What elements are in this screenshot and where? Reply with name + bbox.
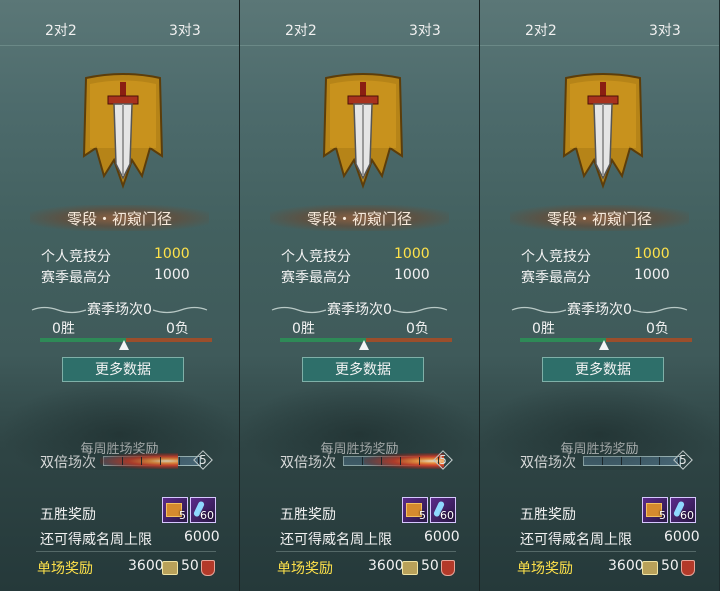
arena-panel: 2对2 3对3 零段・初窥门径 个人竞技分 1000 赛季最高分 1000 赛季… <box>240 0 479 591</box>
double-matches-label: 双倍场次 <box>280 455 336 471</box>
tab-3v3[interactable]: 3对3 <box>409 20 441 40</box>
losses-count: 0负 <box>166 321 189 337</box>
rank-title: 零段・初窥门径 <box>306 210 412 228</box>
tab-3v3[interactable]: 3对3 <box>169 20 201 40</box>
rank-banner-sword-icon <box>322 73 404 190</box>
season-high-value: 1000 <box>154 267 190 283</box>
single-reward-honor: 50 <box>661 558 679 574</box>
season-high-value: 1000 <box>394 267 430 283</box>
wins-count: 0胜 <box>52 321 75 337</box>
single-reward-honor: 50 <box>181 558 199 574</box>
double-matches-bar <box>583 456 681 466</box>
rank-banner-sword-icon <box>562 73 644 190</box>
chest-item-icon[interactable]: 5 <box>162 497 188 523</box>
tab-2v2[interactable]: 2对2 <box>45 20 77 40</box>
honor-shield-icon <box>441 560 455 576</box>
weekly-limit-label: 还可得威名周上限 <box>40 532 152 548</box>
mode-tabs: 2对2 3对3 <box>480 14 719 39</box>
double-matches-label: 双倍场次 <box>40 455 96 471</box>
divider <box>516 551 696 552</box>
more-data-button[interactable]: 更多数据 <box>302 357 424 382</box>
arena-panel: 2对2 3对3 零段・初窥门径 个人竞技分 1000 赛季最高分 1000 赛季… <box>480 0 719 591</box>
tab-3v3[interactable]: 3对3 <box>649 20 681 40</box>
double-matches-bar <box>343 453 444 469</box>
double-matches-bar <box>100 453 201 469</box>
win-loss-marker-icon <box>599 340 609 350</box>
losses-count: 0负 <box>406 321 429 337</box>
honor-shield-icon <box>681 560 695 576</box>
win-fill <box>40 338 126 342</box>
single-reward-label: 单场奖励 <box>277 561 333 577</box>
tab-underline <box>480 45 719 46</box>
personal-score-label: 个人竞技分 <box>521 249 591 265</box>
mode-tabs: 2对2 3对3 <box>240 14 479 39</box>
scroll-item-icon[interactable]: 60 <box>190 497 216 523</box>
five-win-label: 五胜奖励 <box>280 507 336 523</box>
wins-count: 0胜 <box>292 321 315 337</box>
double-matches-label: 双倍场次 <box>520 455 576 471</box>
rank-title: 零段・初窥门径 <box>546 210 652 228</box>
win-loss-marker-icon <box>359 340 369 350</box>
scroll-item-icon[interactable]: 60 <box>670 497 696 523</box>
single-reward-label: 单场奖励 <box>517 561 573 577</box>
weekly-limit-value: 6000 <box>664 529 700 545</box>
single-reward-prestige: 3600 <box>128 558 164 574</box>
personal-score-label: 个人竞技分 <box>41 249 111 265</box>
five-win-label: 五胜奖励 <box>520 507 576 523</box>
personal-score-label: 个人竞技分 <box>281 249 351 265</box>
divider <box>276 551 456 552</box>
weekly-limit-value: 6000 <box>424 529 460 545</box>
divider <box>36 551 216 552</box>
mode-tabs: 2对2 3对3 <box>0 14 239 39</box>
five-win-label: 五胜奖励 <box>40 507 96 523</box>
tab-underline <box>0 45 239 46</box>
personal-score-value: 1000 <box>154 246 190 262</box>
ornament-right-icon <box>632 306 688 314</box>
ornament-right-icon <box>392 306 448 314</box>
single-reward-honor: 50 <box>421 558 439 574</box>
prestige-coin-icon <box>642 561 658 575</box>
losses-count: 0负 <box>646 321 669 337</box>
double-count-badge: 5 <box>196 453 210 467</box>
chest-item-icon[interactable]: 5 <box>402 497 428 523</box>
win-fill <box>520 338 606 342</box>
prestige-coin-icon <box>162 561 178 575</box>
weekly-limit-label: 还可得威名周上限 <box>280 532 392 548</box>
rank-banner-sword-icon <box>82 73 164 190</box>
double-count-badge: 5 <box>436 453 450 467</box>
tab-2v2[interactable]: 2对2 <box>525 20 557 40</box>
chest-item-icon[interactable]: 5 <box>642 497 668 523</box>
ornament-right-icon <box>152 306 208 314</box>
more-data-button[interactable]: 更多数据 <box>542 357 664 382</box>
honor-shield-icon <box>201 560 215 576</box>
wins-count: 0胜 <box>532 321 555 337</box>
single-reward-label: 单场奖励 <box>37 561 93 577</box>
prestige-coin-icon <box>402 561 418 575</box>
season-high-label: 赛季最高分 <box>41 270 111 286</box>
weekly-limit-value: 6000 <box>184 529 220 545</box>
season-high-label: 赛季最高分 <box>281 270 351 286</box>
win-fill <box>280 338 366 342</box>
tab-underline <box>240 45 479 46</box>
arena-panel: 2对2 3对3 零段・初窥门径 个人竞技分 1000 赛季最高分 1000 赛季… <box>0 0 239 591</box>
personal-score-value: 1000 <box>634 246 670 262</box>
weekly-limit-label: 还可得威名周上限 <box>520 532 632 548</box>
season-high-label: 赛季最高分 <box>521 270 591 286</box>
season-high-value: 1000 <box>634 267 670 283</box>
win-loss-marker-icon <box>119 340 129 350</box>
scroll-item-icon[interactable]: 60 <box>430 497 456 523</box>
single-reward-prestige: 3600 <box>608 558 644 574</box>
tab-2v2[interactable]: 2对2 <box>285 20 317 40</box>
double-count-badge: 5 <box>676 453 690 467</box>
rank-title: 零段・初窥门径 <box>66 210 172 228</box>
single-reward-prestige: 3600 <box>368 558 404 574</box>
more-data-button[interactable]: 更多数据 <box>62 357 184 382</box>
personal-score-value: 1000 <box>394 246 430 262</box>
